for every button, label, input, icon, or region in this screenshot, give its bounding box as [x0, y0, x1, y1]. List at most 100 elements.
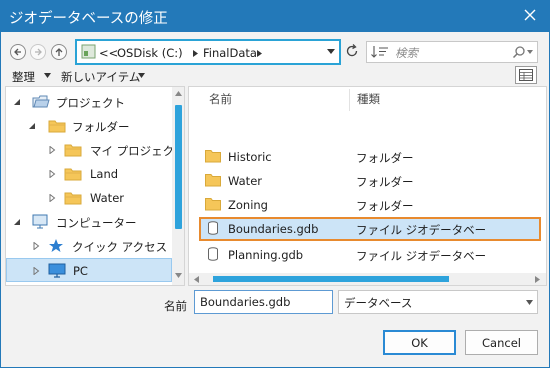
- chevron-down-icon[interactable]: [526, 300, 533, 305]
- list-item[interactable]: Historic フォルダー: [199, 145, 541, 169]
- expanded-arrow-icon[interactable]: [13, 218, 21, 226]
- collapsed-arrow-icon[interactable]: [48, 146, 56, 154]
- tree-item-label: クイック アクセス: [72, 240, 168, 254]
- file-type: フォルダー: [356, 199, 414, 213]
- monitor-icon: [48, 263, 66, 278]
- file-list-scrollbar-thumb[interactable]: [213, 276, 449, 282]
- arrow-right-icon: [35, 48, 42, 56]
- breadcrumb-overflow[interactable]: <<: [99, 46, 118, 60]
- breadcrumb-finaldata[interactable]: FinalData: [203, 46, 257, 60]
- collapsed-arrow-icon[interactable]: [32, 242, 40, 250]
- collapsed-arrow-icon[interactable]: [48, 170, 56, 178]
- navigation-tree[interactable]: プロジェクト フォルダー マイ プロジェクト Land Water コンピュータ…: [5, 86, 185, 286]
- column-header-name[interactable]: 名前: [209, 91, 232, 111]
- dialog-body: << OSDisk (C:) FinalData 検索 整理 新しいアイテム プ…: [1, 32, 549, 367]
- column-header-type[interactable]: 種類: [357, 91, 380, 111]
- name-label: 名前: [164, 299, 187, 313]
- folder-icon: [205, 198, 221, 211]
- up-button[interactable]: [51, 44, 67, 60]
- tree-item-label: Land: [90, 167, 119, 181]
- list-item-selected[interactable]: Boundaries.gdb ファイル ジオデータベー: [199, 217, 541, 241]
- chevron-right-icon[interactable]: [193, 50, 198, 57]
- tree-item-water[interactable]: Water: [6, 186, 172, 210]
- tree-item-label: マイ プロジェクト: [90, 144, 185, 158]
- expanded-arrow-icon[interactable]: [13, 98, 21, 106]
- file-name: Historic: [228, 150, 272, 164]
- chevron-down-icon[interactable]: [44, 73, 51, 78]
- folder-icon: [205, 150, 221, 163]
- search-icon[interactable]: [512, 45, 526, 59]
- arrow-up-icon: [55, 48, 63, 56]
- tree-item-label: Water: [90, 191, 124, 205]
- chevron-down-icon[interactable]: [138, 73, 145, 78]
- file-type: フォルダー: [356, 151, 414, 165]
- tree-item-pc[interactable]: PC: [6, 258, 172, 282]
- type-select-value: データベース: [344, 296, 413, 310]
- expanded-arrow-icon[interactable]: [28, 122, 36, 130]
- folder-icon: [64, 168, 82, 181]
- new-item-menu[interactable]: 新しいアイテム: [61, 69, 140, 85]
- type-select[interactable]: データベース: [338, 290, 538, 314]
- title-bar: ジオデータベースの修正: [0, 0, 550, 32]
- sort-icon[interactable]: [370, 44, 390, 60]
- folder-icon: [48, 120, 66, 133]
- file-name: Zoning: [228, 198, 268, 212]
- tree-item-computer[interactable]: コンピューター: [6, 210, 172, 234]
- file-type: ファイル ジオデータベー: [356, 249, 487, 263]
- geodatabase-icon: [208, 221, 218, 235]
- scroll-left-icon[interactable]: [194, 276, 199, 283]
- scroll-up-icon[interactable]: [175, 91, 182, 96]
- chevron-right-icon[interactable]: [257, 50, 262, 57]
- forward-button[interactable]: [30, 44, 46, 60]
- tree-item-project[interactable]: プロジェクト: [6, 90, 172, 114]
- ok-button[interactable]: OK: [383, 330, 456, 355]
- tree-scrollbar[interactable]: [172, 87, 184, 285]
- project-icon: [32, 95, 50, 108]
- file-name: Planning.gdb: [228, 248, 304, 262]
- tree-item-label: フォルダー: [72, 120, 130, 134]
- file-type: フォルダー: [356, 175, 414, 189]
- file-name: Water: [228, 174, 262, 188]
- view-options-button[interactable]: [515, 66, 537, 84]
- file-name: Boundaries.gdb: [228, 222, 319, 236]
- arrow-left-icon: [14, 48, 21, 56]
- file-type: ファイル ジオデータベー: [356, 223, 487, 237]
- chevron-down-icon[interactable]: [327, 49, 335, 55]
- geodatabase-icon: [208, 247, 218, 261]
- dialog-title: ジオデータベースの修正: [9, 11, 168, 27]
- tree-item-quick-access[interactable]: クイック アクセス: [6, 234, 172, 258]
- refresh-icon[interactable]: [344, 43, 360, 59]
- tree-scrollbar-thumb[interactable]: [175, 105, 182, 229]
- scroll-down-icon[interactable]: [175, 273, 182, 278]
- back-button[interactable]: [10, 44, 26, 60]
- cancel-button[interactable]: Cancel: [465, 330, 538, 355]
- search-input[interactable]: 検索: [395, 45, 418, 61]
- folder-icon: [64, 144, 82, 157]
- collapsed-arrow-icon[interactable]: [48, 194, 56, 202]
- collapsed-arrow-icon[interactable]: [32, 267, 40, 275]
- close-icon[interactable]: [520, 5, 540, 25]
- search-field[interactable]: 検索: [366, 41, 538, 63]
- details-view-icon: [519, 69, 533, 81]
- file-list[interactable]: 名前 種類 Historic フォルダー Water フォルダー Zoning …: [188, 86, 547, 286]
- folder-icon: [205, 174, 221, 187]
- folder-icon: [64, 192, 82, 205]
- list-item[interactable]: Zoning フォルダー: [199, 193, 541, 217]
- name-field[interactable]: Boundaries.gdb: [194, 290, 333, 314]
- tree-item-land[interactable]: Land: [6, 162, 172, 186]
- breadcrumb-osdisk[interactable]: OSDisk (C:): [117, 46, 183, 60]
- scroll-right-icon[interactable]: [535, 276, 540, 283]
- chevron-down-icon[interactable]: [527, 50, 533, 54]
- computer-icon: [32, 214, 48, 229]
- column-divider[interactable]: [349, 89, 350, 111]
- star-icon: [49, 239, 63, 252]
- list-item[interactable]: Water フォルダー: [199, 169, 541, 193]
- tree-item-label: PC: [73, 264, 88, 278]
- tree-item-folders[interactable]: フォルダー: [6, 114, 172, 138]
- file-list-scrollbar[interactable]: [189, 273, 546, 285]
- location-icon: [81, 44, 96, 59]
- organize-menu[interactable]: 整理: [12, 69, 35, 85]
- tree-item-my-project[interactable]: マイ プロジェクト: [6, 138, 184, 162]
- list-item[interactable]: Planning.gdb ファイル ジオデータベー: [199, 243, 541, 267]
- address-bar[interactable]: << OSDisk (C:) FinalData: [75, 39, 341, 65]
